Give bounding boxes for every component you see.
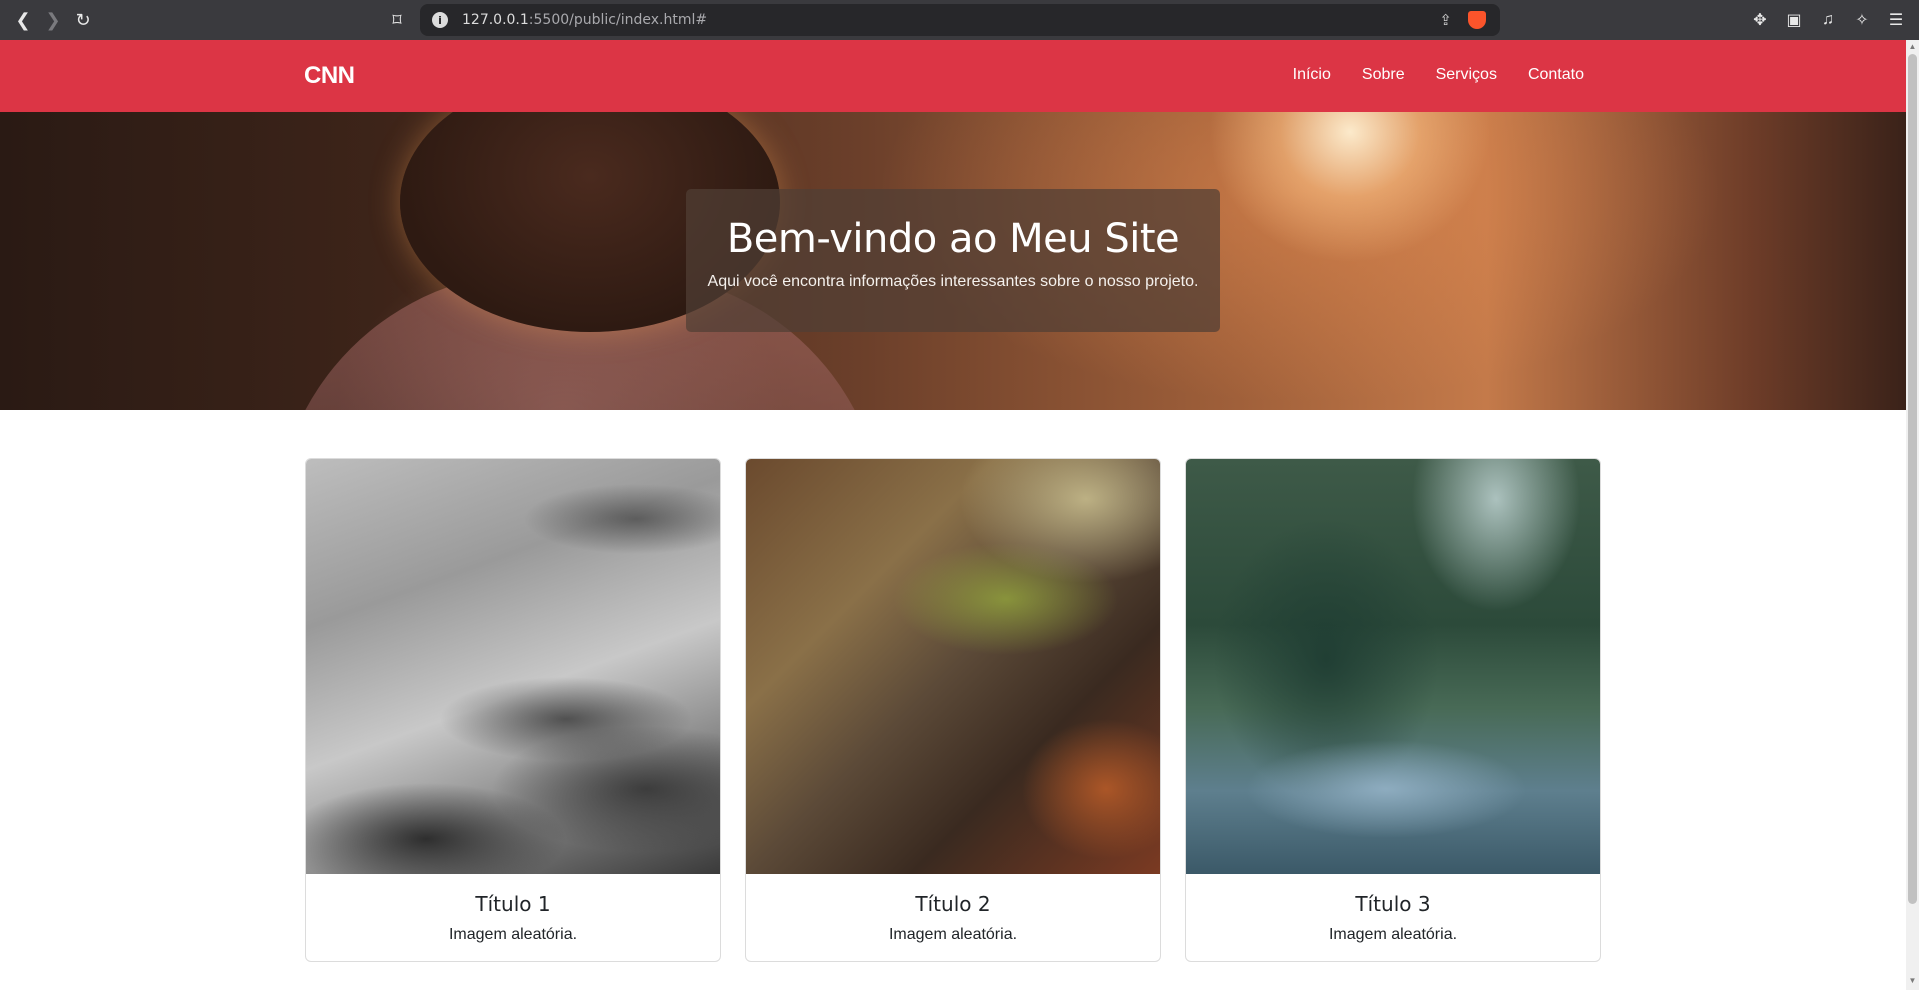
menu-icon[interactable]: ☰ <box>1881 5 1911 35</box>
hero-title: Bem-vindo ao Meu Site <box>726 216 1180 262</box>
url-host: 127.0.0.1 <box>462 12 529 28</box>
scroll-thumb[interactable] <box>1908 54 1917 904</box>
card-image <box>1186 459 1600 874</box>
card-title: Título 2 <box>915 892 991 916</box>
url-path: :5500/public/index.html# <box>528 12 708 28</box>
wallet-icon[interactable]: ▣ <box>1779 5 1809 35</box>
back-icon[interactable]: ❮ <box>8 5 38 35</box>
music-icon[interactable]: ♫ <box>1813 5 1843 35</box>
puzzle-icon[interactable]: ✥ <box>1745 5 1775 35</box>
card-body: Título 2 Imagem aleatória. <box>746 892 1160 944</box>
site-info-icon[interactable]: i <box>432 12 448 28</box>
browser-extensions: ✥ ▣ ♫ ✧ ☰ <box>1745 5 1911 35</box>
brand-logo[interactable]: CNN <box>304 62 355 90</box>
card-title: Título 1 <box>475 892 551 916</box>
share-icon[interactable]: ⇪ <box>1439 11 1452 29</box>
browser-toolbar: ❮ ❯ ↻ ⌑ i 127.0.0.1:5500/public/index.ht… <box>0 0 1919 40</box>
card-grid: Título 1 Imagem aleatória. Título 2 Imag… <box>305 458 1601 962</box>
browser-nav-group: ❮ ❯ ↻ <box>8 5 98 35</box>
card-image <box>306 459 720 874</box>
scroll-down-icon[interactable]: ▼ <box>1906 976 1919 988</box>
reload-icon[interactable]: ↻ <box>68 5 98 35</box>
bookmark-icon[interactable]: ⌑ <box>382 5 412 35</box>
forward-icon[interactable]: ❯ <box>38 5 68 35</box>
card: Título 1 Imagem aleatória. <box>305 458 721 962</box>
hero-subtitle: Aqui você encontra informações interessa… <box>707 273 1199 290</box>
nav-link-sobre[interactable]: Sobre <box>1362 66 1405 84</box>
card-title: Título 3 <box>1355 892 1431 916</box>
nav-link-servicos[interactable]: Serviços <box>1436 66 1497 84</box>
nav-link-inicio[interactable]: Início <box>1293 66 1331 84</box>
leo-icon[interactable]: ✧ <box>1847 5 1877 35</box>
card-image <box>746 459 1160 874</box>
card-body: Título 1 Imagem aleatória. <box>306 892 720 944</box>
nav-link-contato[interactable]: Contato <box>1528 66 1584 84</box>
card: Título 2 Imagem aleatória. <box>745 458 1161 962</box>
card-text: Imagem aleatória. <box>448 926 578 943</box>
card-text: Imagem aleatória. <box>1328 926 1458 943</box>
brave-shields-icon[interactable] <box>1468 11 1486 29</box>
nav-links: Início Sobre Serviços Contato <box>1293 66 1584 84</box>
card: Título 3 Imagem aleatória. <box>1185 458 1601 962</box>
site-navbar: CNN Início Sobre Serviços Contato <box>0 40 1906 112</box>
scroll-up-icon[interactable]: ▲ <box>1906 42 1919 54</box>
hero-banner: Bem-vindo ao Meu Site Aqui você encontra… <box>0 112 1906 410</box>
card-text: Imagem aleatória. <box>888 926 1018 943</box>
card-body: Título 3 Imagem aleatória. <box>1186 892 1600 944</box>
page-scrollbar[interactable]: ▲ ▼ <box>1906 40 1919 990</box>
hero-caption: Bem-vindo ao Meu Site Aqui você encontra… <box>686 189 1220 332</box>
address-bar[interactable]: i 127.0.0.1:5500/public/index.html# ⇪ <box>420 4 1500 36</box>
